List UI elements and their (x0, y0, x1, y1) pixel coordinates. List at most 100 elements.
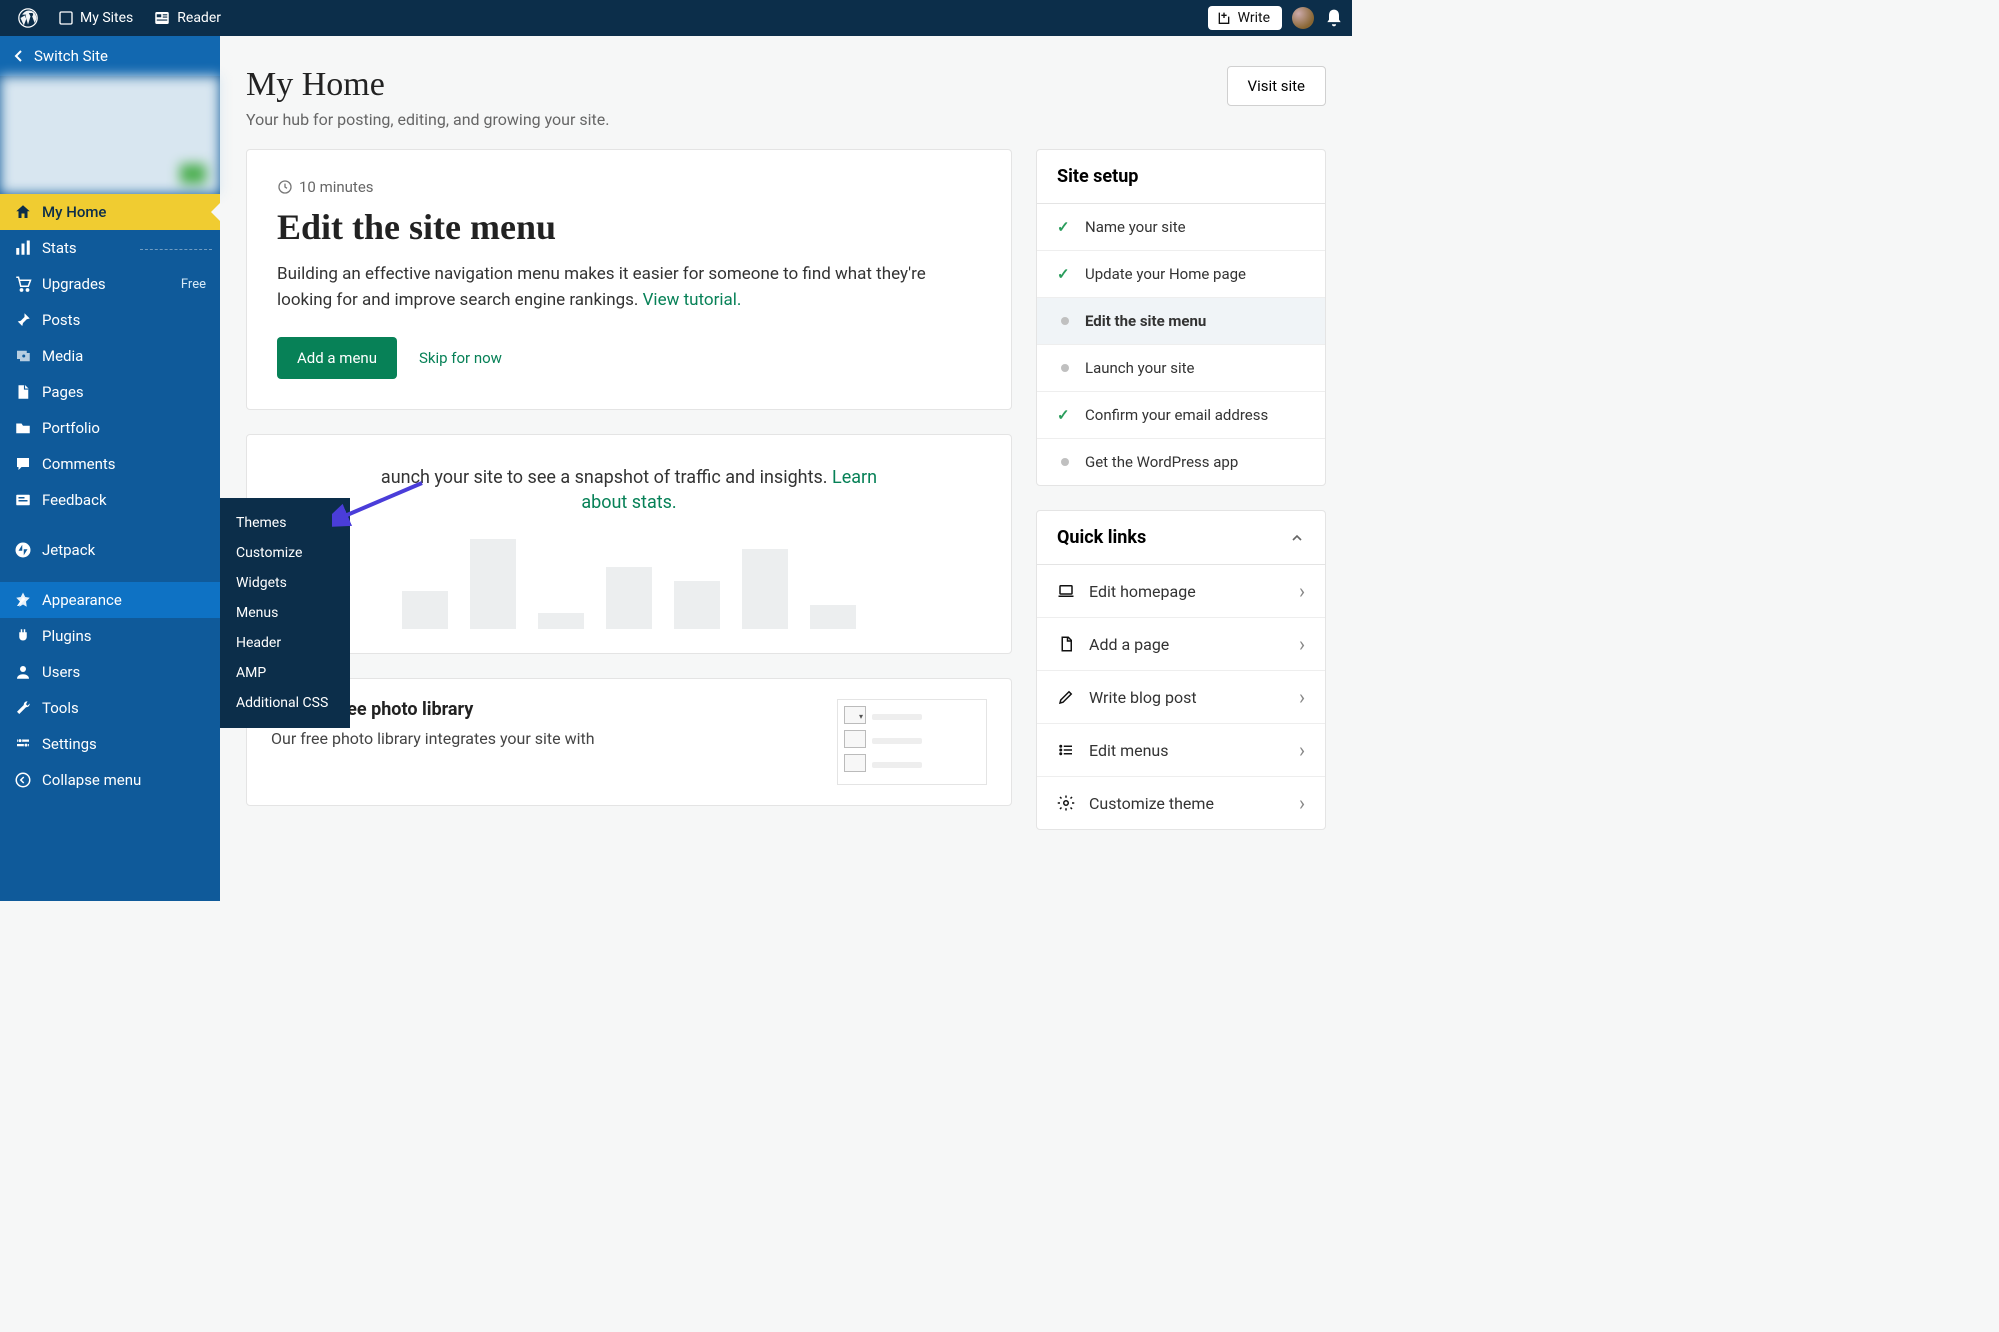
quick-add-page[interactable]: Add a page› (1037, 618, 1325, 671)
reader-link[interactable]: Reader (143, 0, 231, 36)
sidebar-item-appearance[interactable]: Appearance (0, 582, 220, 618)
plugin-icon (14, 627, 32, 645)
stats-divider (140, 249, 212, 250)
pencil-icon (1057, 688, 1075, 706)
gear-icon (1057, 794, 1075, 812)
chevron-right-icon: › (1299, 685, 1305, 709)
my-sites-link[interactable]: My Sites (48, 0, 143, 36)
sidebar-item-stats[interactable]: Stats (0, 230, 220, 266)
quick-links-header[interactable]: Quick links (1037, 511, 1325, 565)
stats-text: aunch your site to see a snapshot of tra… (379, 465, 879, 515)
sidebar-item-settings[interactable]: Settings (0, 726, 220, 762)
wordpress-logo[interactable] (8, 0, 48, 36)
sidebar-item-upgrades[interactable]: UpgradesFree (0, 266, 220, 302)
submenu-header[interactable]: Header (220, 628, 350, 658)
submenu-additional-css[interactable]: Additional CSS (220, 688, 350, 718)
bar (402, 591, 448, 629)
sidebar-label: My Home (42, 203, 106, 221)
submenu-menus[interactable]: Menus (220, 598, 350, 628)
cart-icon (14, 275, 32, 293)
sidebar-item-comments[interactable]: Comments (0, 446, 220, 482)
check-icon: ✓ (1057, 406, 1073, 424)
quick-title: Quick links (1057, 527, 1146, 548)
chevron-right-icon: › (1299, 579, 1305, 603)
stats-card: aunch your site to see a snapshot of tra… (246, 434, 1012, 654)
sidebar-label: Tools (42, 699, 79, 717)
sidebar-item-plugins[interactable]: Plugins (0, 618, 220, 654)
chevron-right-icon: › (1299, 738, 1305, 762)
page-icon (14, 383, 32, 401)
visit-site-button[interactable]: Visit site (1227, 66, 1326, 106)
setup-item-get-app[interactable]: Get the WordPress app (1037, 439, 1325, 485)
feedback-icon (14, 491, 32, 509)
setup-item-update-home[interactable]: ✓Update your Home page (1037, 251, 1325, 298)
setup-title: Site setup (1037, 150, 1325, 204)
write-label: Write (1238, 10, 1270, 26)
sidebar-label: Portfolio (42, 419, 100, 437)
topbar-right: Write (1208, 6, 1344, 30)
view-tutorial-link[interactable]: View tutorial. (643, 290, 742, 310)
photo-desc: Our free photo library integrates your s… (271, 728, 821, 750)
write-icon (1216, 10, 1232, 26)
site-preview[interactable] (0, 76, 220, 194)
jetpack-icon (14, 541, 32, 559)
avatar[interactable] (1292, 7, 1314, 29)
switch-site-label: Switch Site (34, 47, 108, 65)
setup-item-launch[interactable]: Launch your site (1037, 345, 1325, 392)
sidebar-item-jetpack[interactable]: Jetpack (0, 532, 220, 568)
sidebar-item-posts[interactable]: Posts (0, 302, 220, 338)
media-icon (14, 347, 32, 365)
main-content: My Home Your hub for posting, editing, a… (220, 36, 1352, 901)
sidebar: Switch Site My Home Stats UpgradesFree P… (0, 36, 220, 901)
reader-label: Reader (177, 10, 221, 26)
list-icon (1057, 741, 1075, 759)
check-icon: ✓ (1057, 218, 1073, 236)
add-menu-button[interactable]: Add a menu (277, 337, 397, 379)
appearance-submenu: Themes Customize Widgets Menus Header AM… (220, 498, 350, 728)
submenu-widgets[interactable]: Widgets (220, 568, 350, 598)
chevron-left-icon (14, 49, 24, 63)
stats-bars (271, 539, 987, 629)
submenu-amp[interactable]: AMP (220, 658, 350, 688)
submenu-themes[interactable]: Themes (220, 508, 350, 538)
page-title: My Home (246, 66, 609, 104)
skip-link[interactable]: Skip for now (419, 349, 502, 367)
task-title: Edit the site menu (277, 206, 981, 248)
setup-item-edit-menu[interactable]: Edit the site menu (1037, 298, 1325, 345)
submenu-customize[interactable]: Customize (220, 538, 350, 568)
sidebar-item-my-home[interactable]: My Home (0, 194, 220, 230)
user-icon (14, 663, 32, 681)
chevron-up-icon (1289, 530, 1305, 546)
doc-icon (1057, 635, 1075, 653)
sidebar-item-collapse[interactable]: Collapse menu (0, 762, 220, 798)
quick-edit-menus[interactable]: Edit menus› (1037, 724, 1325, 777)
quick-edit-homepage[interactable]: Edit homepage› (1037, 565, 1325, 618)
sidebar-item-portfolio[interactable]: Portfolio (0, 410, 220, 446)
task-card: 10 minutes Edit the site menu Building a… (246, 149, 1012, 410)
sidebar-item-pages[interactable]: Pages (0, 374, 220, 410)
setup-item-confirm-email[interactable]: ✓Confirm your email address (1037, 392, 1325, 439)
page-header: My Home Your hub for posting, editing, a… (246, 66, 1326, 129)
quick-list: Edit homepage› Add a page› Write blog po… (1037, 565, 1325, 829)
appearance-icon (14, 591, 32, 609)
stats-icon (14, 239, 32, 257)
switch-site-link[interactable]: Switch Site (0, 36, 220, 76)
time-text: 10 minutes (299, 178, 374, 196)
setup-item-name-site[interactable]: ✓Name your site (1037, 204, 1325, 251)
my-sites-label: My Sites (80, 10, 133, 26)
quick-links-card: Quick links Edit homepage› Add a page› W… (1036, 510, 1326, 830)
quick-customize-theme[interactable]: Customize theme› (1037, 777, 1325, 829)
write-button[interactable]: Write (1208, 6, 1282, 30)
sidebar-label: Feedback (42, 491, 107, 509)
sidebar-item-media[interactable]: Media (0, 338, 220, 374)
quick-write-post[interactable]: Write blog post› (1037, 671, 1325, 724)
sidebar-item-users[interactable]: Users (0, 654, 220, 690)
sidebar-item-tools[interactable]: Tools (0, 690, 220, 726)
chevron-right-icon: › (1299, 632, 1305, 656)
sidebar-label: Users (42, 663, 80, 681)
notifications-icon[interactable] (1324, 8, 1344, 28)
sidebar-item-feedback[interactable]: Feedback (0, 482, 220, 518)
sidebar-label: Jetpack (42, 541, 95, 559)
sidebar-label: Collapse menu (42, 771, 141, 789)
sidebar-label: Stats (42, 239, 77, 257)
